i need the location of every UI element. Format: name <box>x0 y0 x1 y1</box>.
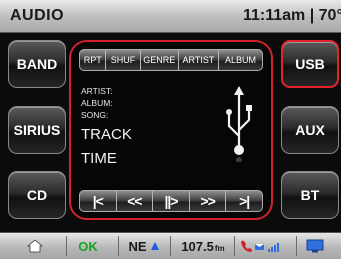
sirius-button[interactable]: SIRIUS <box>8 106 66 154</box>
fast-forward-button[interactable]: >> <box>190 191 227 211</box>
play-pause-button[interactable]: ||> <box>153 191 190 211</box>
album-button[interactable]: ALBUM <box>219 50 262 70</box>
now-playing-panel: RPT SHUF GENRE ARTIST ALBUM ARTIST: ALBU… <box>69 40 273 220</box>
status-divider <box>170 236 171 256</box>
usb-icon <box>226 86 252 162</box>
phone-status[interactable] <box>236 233 292 259</box>
ok-text: OK <box>78 238 98 254</box>
artist-label: ARTIST: <box>81 86 113 96</box>
home-icon <box>27 239 43 253</box>
status-bar: OK NE 107.5 fm <box>0 232 341 259</box>
rewind-button[interactable]: << <box>117 191 154 211</box>
artist-button[interactable]: ARTIST <box>179 50 219 70</box>
bt-button[interactable]: BT <box>281 171 339 219</box>
phone-icon <box>241 240 279 252</box>
status-divider <box>66 236 67 256</box>
album-label: ALBUM: <box>81 98 113 108</box>
compass: NE <box>122 233 166 259</box>
page-title: AUDIO <box>10 7 65 24</box>
top-bar: AUDIO 11:11am | 70° <box>0 0 341 33</box>
shuffle-button[interactable]: SHUF <box>106 50 141 70</box>
status-divider <box>118 236 119 256</box>
display-icon <box>306 239 324 253</box>
ok-status: OK <box>68 233 108 259</box>
status-divider <box>296 236 297 256</box>
display-button[interactable] <box>302 233 328 259</box>
skip-next-button[interactable]: >| <box>226 191 262 211</box>
home-button[interactable] <box>22 233 48 259</box>
mode-bar: RPT SHUF GENRE ARTIST ALBUM <box>79 49 263 71</box>
compass-arrow-icon <box>150 242 159 250</box>
clock-area: 11:11am | 70° <box>243 0 341 32</box>
frequency-unit: fm <box>214 243 225 253</box>
genre-button[interactable]: GENRE <box>141 50 179 70</box>
aux-button[interactable]: AUX <box>281 106 339 154</box>
repeat-button[interactable]: RPT <box>80 50 107 70</box>
usb-button-label: USB <box>295 56 325 72</box>
track-label: TRACK <box>81 126 132 143</box>
radio-frequency: 107.5 fm <box>174 233 232 259</box>
cd-button[interactable]: CD <box>8 171 66 219</box>
song-label: SONG: <box>81 110 109 120</box>
band-button-label: BAND <box>16 56 58 72</box>
transport-bar: |< << ||> >> >| <box>79 190 263 212</box>
clock-temperature: 11:11am | 70° <box>243 7 341 24</box>
band-button[interactable]: BAND <box>8 40 66 88</box>
bt-button-label: BT <box>300 187 320 203</box>
usb-button[interactable]: USB <box>281 40 339 88</box>
aux-button-label: AUX <box>295 122 325 138</box>
time-label: TIME <box>81 150 117 167</box>
skip-previous-button[interactable]: |< <box>80 191 117 211</box>
status-divider <box>234 236 235 256</box>
cd-button-label: CD <box>26 187 48 203</box>
compass-direction: NE <box>128 238 147 254</box>
sirius-button-label: SIRIUS <box>13 122 61 138</box>
frequency-value: 107.5 <box>181 238 214 254</box>
